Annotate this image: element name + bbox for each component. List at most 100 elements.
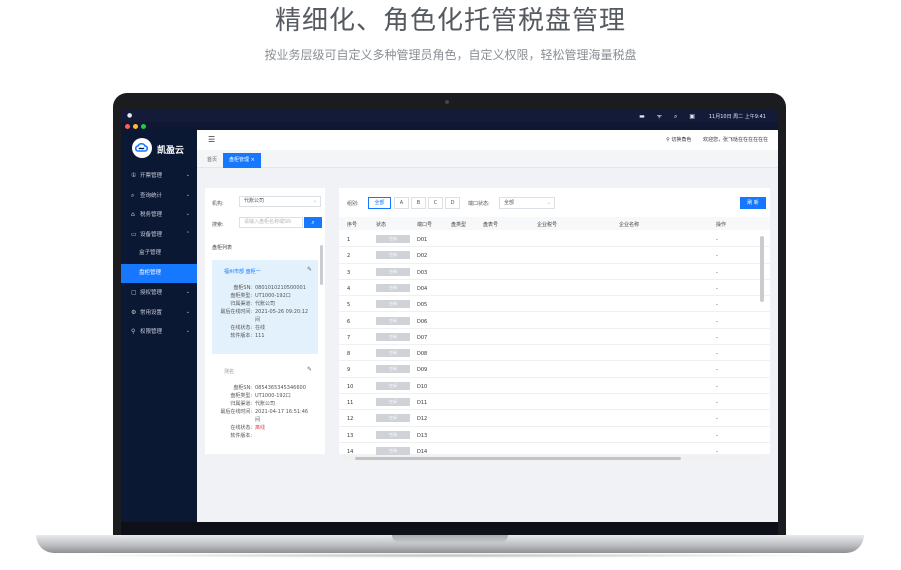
port-number: D06 <box>417 318 428 325</box>
field-label: 最后在线时间: <box>220 309 252 315</box>
row-action[interactable]: - <box>716 367 718 373</box>
list-scrollbar[interactable] <box>320 245 323 285</box>
search-button[interactable]: ⌕ <box>304 217 322 228</box>
sidebar-item-cabinet[interactable]: 盘柜管理 <box>121 263 197 283</box>
group-filter-all[interactable]: 全部 <box>368 197 391 209</box>
field-value: 0801010210500001 <box>255 285 306 291</box>
minimize-window-icon[interactable] <box>133 124 138 129</box>
switch-role-button[interactable]: ⚲ 切换角色 <box>666 137 691 143</box>
search-label: 搜索: <box>212 222 224 228</box>
search-icon: ⌕ <box>311 219 315 226</box>
row-action[interactable]: - <box>716 433 718 439</box>
table-row[interactable]: 13 空闲 D13 - <box>339 427 770 443</box>
row-action[interactable]: - <box>716 400 718 406</box>
status-badge: 空闲 <box>376 300 410 309</box>
menu-bar-datetime[interactable]: 11月10日 周二 上午9:41 <box>709 113 766 120</box>
table-row[interactable]: 10 空闲 D10 - <box>339 378 770 394</box>
table-row[interactable]: 4 空闲 D04 - <box>339 280 770 297</box>
row-action[interactable]: - <box>716 319 718 325</box>
table-row[interactable]: 11 空闲 D11 - <box>339 394 770 411</box>
table-row[interactable]: 3 空闲 D03 - <box>339 264 770 280</box>
close-window-icon[interactable] <box>125 124 130 129</box>
column-header: 企业名称 <box>619 222 640 228</box>
field-value: 2021-04-17 16:51:46 <box>255 409 309 415</box>
field-value: 代账公司 <box>255 401 276 407</box>
menu-toggle-icon[interactable]: ☰ <box>208 135 215 144</box>
scrollbar-thumb[interactable] <box>355 457 681 460</box>
search-icon: ⌕ <box>131 191 135 199</box>
group-filter-c[interactable]: C <box>428 197 443 209</box>
field-label: 归属渠道: <box>230 401 252 407</box>
header-user-area: ⚲ 切换角色 欢迎您，张飞哒在在在在在在 <box>666 136 768 143</box>
table-row[interactable]: 9 空闲 D09 - <box>339 361 770 378</box>
cabinet-lastonline-row-2: 间 <box>216 316 318 323</box>
edit-icon[interactable]: ✎ <box>307 366 312 373</box>
window-titlebar <box>121 122 778 130</box>
tab-cabinet[interactable]: 盘柜管理 × <box>223 153 261 168</box>
sidebar-item-tax[interactable]: ⌂ 税务管理 ⌄ <box>121 205 197 225</box>
port-status-select[interactable]: 全部 ⌄ <box>499 197 555 209</box>
sidebar-item-invoice[interactable]: ① 开票管理 ⌄ <box>121 166 197 186</box>
cabinet-card-title: 福州市部 盘柜一 <box>224 269 261 275</box>
close-tab-icon[interactable]: × <box>251 157 255 163</box>
laptop-screen: ● ▬ ᯤ ⌕ ▣ 11月10日 周二 上午9:41 凯盈云 ① 开票管理 ⌄ ⌕ 查… <box>121 110 778 522</box>
row-action[interactable]: - <box>716 253 718 259</box>
table-horizontal-scrollbar[interactable] <box>343 456 761 461</box>
table-row[interactable]: 8 空闲 D08 - <box>339 345 770 362</box>
cabinet-status-row: 在线状态: 在线 <box>216 324 318 331</box>
table-row[interactable]: 6 空闲 D06 - <box>339 313 770 329</box>
org-select[interactable]: 代账公司 ⌄ <box>239 196 321 207</box>
group-filter-a[interactable]: A <box>394 197 409 209</box>
sidebar-item-device[interactable]: ▭ 设备管理 ⌃ <box>121 225 197 245</box>
app-logo[interactable]: 凯盈云 <box>132 138 192 158</box>
row-action[interactable]: - <box>716 449 718 455</box>
field-value: UT1000-192口 <box>255 293 291 299</box>
header-bar: ☰ ⚲ 切换角色 欢迎您，张飞哒在在在在在在 <box>197 130 778 150</box>
sidebar: 凯盈云 ① 开票管理 ⌄ ⌕ 查询统计 ⌄ ⌂ 税务管理 ⌄ ▭ 设备管理 ⌃ 盒子管理 盘柜管… <box>121 130 197 522</box>
page-headline: 精细化、角色化托管税盘管理 <box>274 6 626 36</box>
row-action[interactable]: - <box>716 237 718 243</box>
group-filter-b[interactable]: B <box>411 197 426 209</box>
cabinet-card[interactable]: 福州市部 盘柜一 ✎ 盘柜SN: 0801010210500001 盘柜类型: UT… <box>212 260 318 354</box>
cabinet-card[interactable]: 测名 ✎ 盘柜SN: 0854365345346600 盘柜类型: UT1000-1… <box>212 360 318 452</box>
sidebar-item-box[interactable]: 盒子管理 <box>121 244 197 264</box>
field-label: 盘柜类型: <box>230 393 252 399</box>
maximize-window-icon[interactable] <box>141 124 146 129</box>
apple-icon[interactable]: ● <box>127 112 132 119</box>
status-badge: 空闲 <box>376 267 410 276</box>
row-action[interactable]: - <box>716 416 718 422</box>
refresh-button[interactable]: 刷 新 <box>740 197 766 209</box>
chevron-down-icon: ⌄ <box>185 191 190 198</box>
tab-home[interactable]: 首页 <box>201 153 223 168</box>
row-action[interactable]: - <box>716 270 718 276</box>
search-input[interactable]: 请输入盘柜名称或SN <box>239 217 303 228</box>
row-action[interactable]: - <box>716 302 718 308</box>
row-action[interactable]: - <box>716 335 718 341</box>
row-action[interactable]: - <box>716 286 718 292</box>
camera-icon <box>445 100 449 104</box>
status-icons[interactable]: ▬ ᯤ ⌕ ▣ <box>639 112 700 121</box>
edit-icon[interactable]: ✎ <box>307 266 312 273</box>
table-row[interactable]: 1 空闲 D01 - <box>339 231 770 248</box>
row-action[interactable]: - <box>716 351 718 357</box>
port-number: D11 <box>417 400 428 406</box>
table-row[interactable]: 7 空闲 D07 - <box>339 329 770 346</box>
group-filter-d[interactable]: D <box>445 197 460 209</box>
sidebar-item-permission[interactable]: ⚲ 权限管理 ⌄ <box>121 322 197 342</box>
building-icon: ⌂ <box>131 211 135 218</box>
table-row[interactable]: 12 空闲 D12 - <box>339 410 770 427</box>
table-vertical-scrollbar[interactable] <box>760 236 764 302</box>
mac-menu-bar: ● ▬ ᯤ ⌕ ▣ 11月10日 周二 上午9:41 <box>121 110 778 122</box>
status-badge: 空闲 <box>376 251 410 260</box>
table-row[interactable]: 5 空闲 D05 - <box>339 296 770 313</box>
sidebar-item-auth[interactable]: ▢ 授权管理 ⌄ <box>121 283 197 303</box>
sidebar-item-settings[interactable]: ⚙ 常用设置 ⌄ <box>121 303 197 323</box>
row-number: 8 <box>347 351 351 358</box>
cabinet-status-row: 在线状态: 离线 <box>216 424 318 431</box>
sidebar-item-query[interactable]: ⌕ 查询统计 ⌄ <box>121 186 197 206</box>
sidebar-item-label: 盘柜管理 <box>139 269 162 276</box>
field-value: 2021-05-26 09:20:12 <box>255 309 309 315</box>
table-row[interactable]: 2 空闲 D02 - <box>339 247 770 264</box>
row-action[interactable]: - <box>716 384 718 390</box>
chevron-down-icon: ⌄ <box>185 308 190 315</box>
